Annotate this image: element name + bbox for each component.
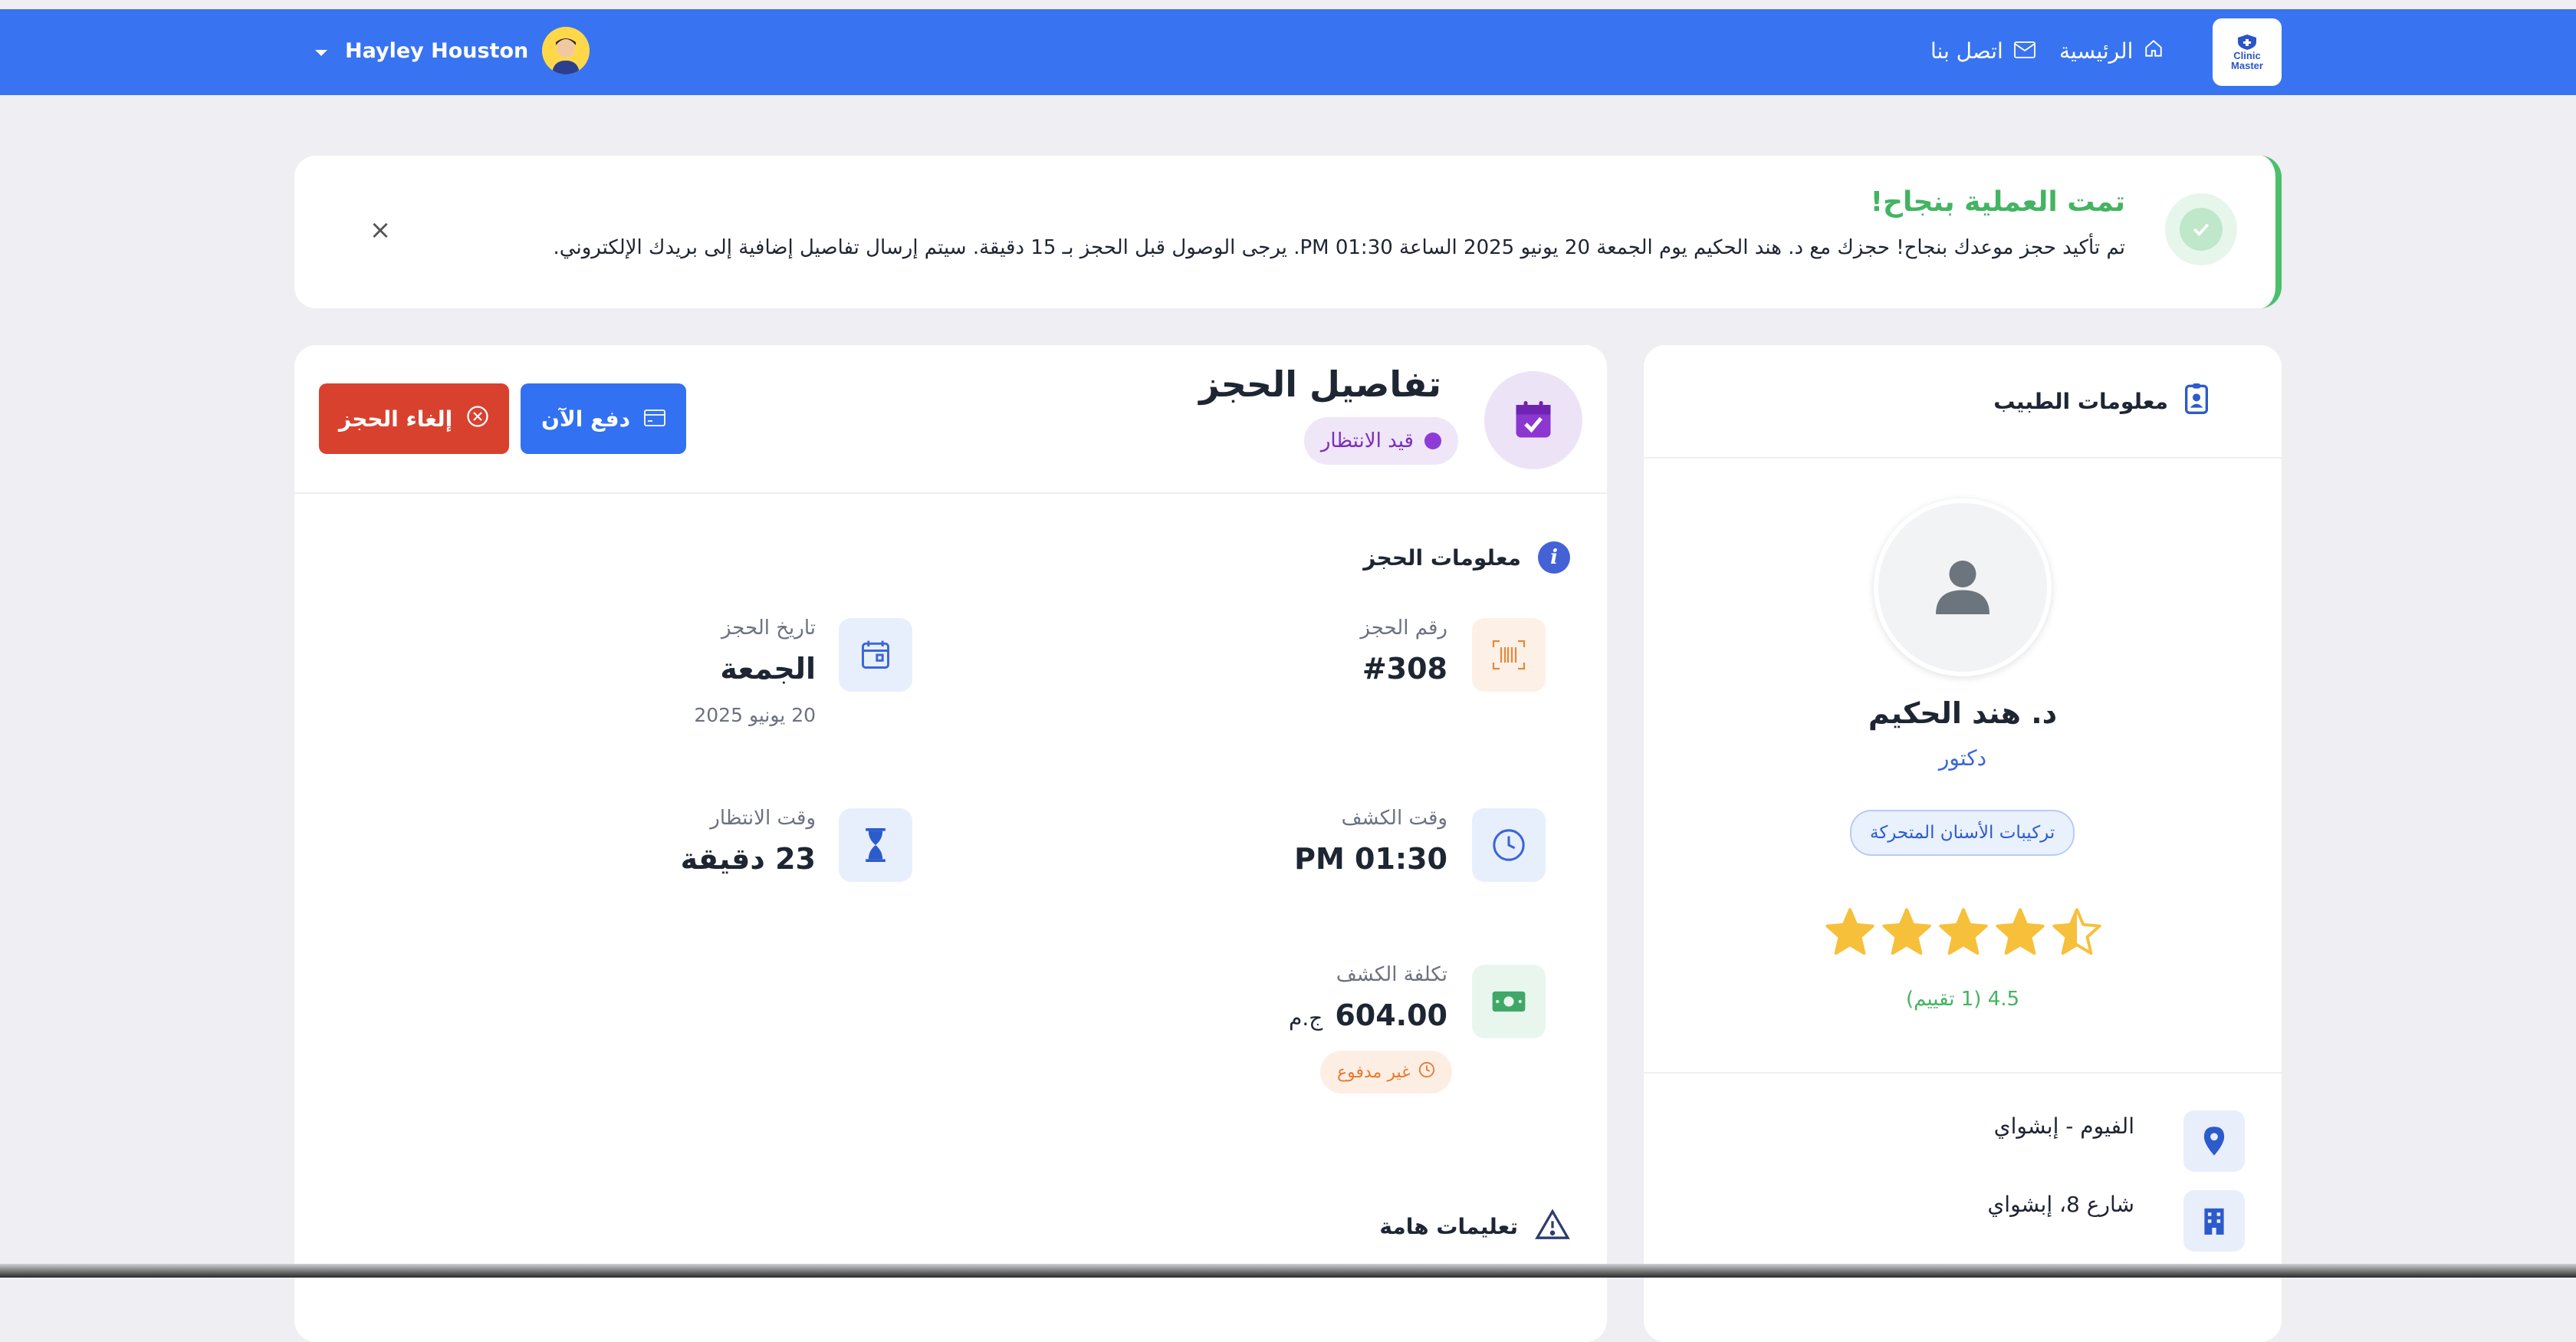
doctor-info-heading: معلومات الطبيب: [1993, 383, 2208, 419]
divider: [1644, 457, 2282, 459]
star-icon: [1882, 908, 1931, 955]
clock-small-icon: [1418, 1061, 1435, 1083]
warning-icon: [1535, 1209, 1570, 1245]
chevron-down-icon[interactable]: [314, 39, 328, 63]
info-icon: i: [1538, 541, 1570, 574]
status-dot: [1424, 433, 1441, 449]
booking-date-full: 20 يونيو 2025: [694, 704, 816, 726]
cost-value: 604.00: [1335, 998, 1447, 1032]
home-icon: [2144, 38, 2164, 64]
cost-currency: ج.م: [1289, 1005, 1323, 1031]
top-navbar: Hayley Houston: [0, 9, 2576, 95]
pay-now-button[interactable]: دفع الآن: [521, 383, 686, 454]
building-icon: [2183, 1190, 2245, 1252]
clinic-logo[interactable]: Clinic Master: [2213, 18, 2282, 86]
divider: [294, 492, 1607, 494]
rating-stars: [1825, 906, 2102, 957]
envelope-icon: [2013, 38, 2036, 64]
logo-text-line2: Master: [2231, 60, 2263, 71]
booking-title: تفاصيل الحجز: [1199, 363, 1441, 405]
clock-icon: [1472, 808, 1546, 882]
close-icon[interactable]: ×: [366, 216, 394, 244]
hourglass-icon: [839, 808, 912, 882]
rating-text: 4.5 (1 تقييم): [1905, 988, 2020, 1011]
barcode-icon: [1472, 618, 1546, 692]
star-icon: [2052, 908, 2101, 955]
cost-amount: 604.00 ج.م: [1289, 998, 1447, 1032]
doctor-city: الفيوم - إبشواي: [1993, 1113, 2134, 1139]
nav-link-contact[interactable]: اتصل بنا: [1930, 35, 2036, 66]
window-bottom-edge: [0, 1264, 2576, 1278]
specialty-badge: تركيبات الأسنان المتحركة: [1850, 810, 2075, 856]
calendar-icon: [839, 618, 912, 692]
booking-date-label: تاريخ الحجز: [721, 617, 816, 640]
doctor-avatar: [1874, 498, 2052, 676]
divider: [1644, 1072, 2282, 1074]
money-icon: [1472, 965, 1546, 1038]
booking-date-day: الجمعة: [720, 652, 816, 686]
x-circle-icon: [466, 405, 489, 433]
user-name[interactable]: Hayley Houston: [345, 39, 528, 63]
doctor-address: شارع 8، إبشواي: [1987, 1192, 2134, 1217]
booking-number-label: رقم الحجز: [1360, 617, 1447, 640]
success-alert: [294, 156, 2282, 308]
cancel-booking-button[interactable]: إلغاء الحجز: [319, 383, 509, 454]
star-icon: [1996, 908, 2045, 955]
waiting-time-value: 23 دقيقة: [680, 842, 816, 876]
id-badge-icon: [2185, 383, 2208, 419]
doctor-role: دكتور: [1938, 745, 1987, 771]
check-circle-icon: [2165, 193, 2237, 265]
map-pin-icon: [2183, 1110, 2245, 1172]
status-badge: قيد الانتظار: [1303, 417, 1458, 465]
cost-label: تكلفة الكشف: [1336, 963, 1447, 986]
alert-message: تم تأكيد حجز موعدك بنجاح! حجزك مع د. هند…: [553, 236, 2125, 259]
instructions-heading: تعليمات هامة: [1379, 1209, 1570, 1245]
user-menu[interactable]: Hayley Houston: [314, 26, 590, 75]
booking-number-value: #308: [1362, 652, 1447, 686]
booking-info-heading: i معلومات الحجز: [1363, 541, 1570, 574]
shield-icon: [2238, 35, 2256, 50]
payment-status-badge: غير مدفوع: [1320, 1051, 1452, 1094]
nav-link-home[interactable]: الرئيسية: [2059, 35, 2164, 66]
star-icon: [1939, 908, 1988, 955]
waiting-time-label: وقت الانتظار: [710, 807, 816, 830]
alert-title: تمت العملية بنجاح!: [1870, 186, 2125, 218]
doctor-name: د. هند الحكيم: [1868, 696, 2058, 730]
star-icon: [1825, 908, 1875, 955]
appointment-time-label: وقت الكشف: [1341, 807, 1447, 830]
user-avatar[interactable]: [542, 27, 590, 74]
user-icon: [1936, 561, 1990, 614]
credit-card-icon: [644, 406, 665, 432]
calendar-check-icon: [1484, 371, 1582, 469]
appointment-time-value: PM 01:30: [1294, 842, 1447, 876]
